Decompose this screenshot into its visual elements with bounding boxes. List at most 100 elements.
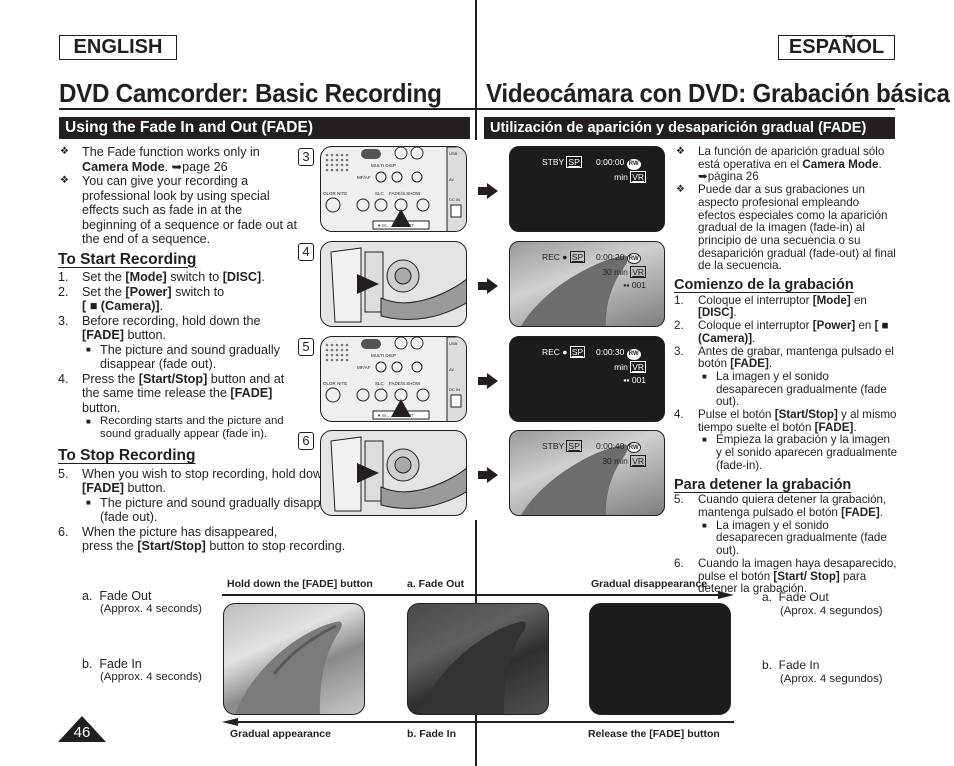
step-item: 5. Cuando quiera detener la grabación, ma… xyxy=(674,493,899,519)
osd-format: VR xyxy=(630,171,646,183)
camcorder-button-panel: MULTI DISP MF/AF OLOR NITE SLC FADE/S.SH… xyxy=(320,146,467,232)
intro-bullet: ❖ Puede dar a sus grabaciones un aspecto… xyxy=(676,183,896,273)
step-text: When you wish to stop recording, hold do… xyxy=(82,466,351,496)
fade-out-note-en: a. Fade Out (Approx. 4 seconds) xyxy=(82,589,202,615)
step-item: 3. Antes de grabar, mantenga pulsado el b… xyxy=(674,344,899,371)
step-item: 6. When the picture has disappeared, press… xyxy=(58,525,358,554)
step-number: 5. xyxy=(58,466,69,481)
fade-in-note-en: b. Fade In (Approx. 4 seconds) xyxy=(82,657,202,683)
step-number-box: 6 xyxy=(298,432,314,450)
title-rule-right xyxy=(476,108,895,110)
camera-icon: ▪▪ xyxy=(623,280,630,290)
step-number-box: 3 xyxy=(298,148,314,166)
osd-status: REC ● SP xyxy=(542,346,586,358)
step-number: 3. xyxy=(674,344,684,358)
square-bullet-icon: ■ xyxy=(86,497,91,507)
start-recording-heading-es: Comienzo de la grabación xyxy=(674,277,854,294)
step-item: 2. Set the [Power] switch to[ ■ (Camera)]… xyxy=(58,285,298,314)
arrow-right-icon xyxy=(478,467,498,483)
step-number: 1. xyxy=(58,270,69,284)
step-number: 4. xyxy=(58,371,69,386)
arrow-right-icon xyxy=(478,278,498,294)
page-title-spanish: Videocámara con DVD: Grabación básica xyxy=(486,78,950,108)
osd-remaining: 30 min VR xyxy=(602,455,646,467)
step-subnote: ■ Recording starts and the picture and so… xyxy=(58,415,298,441)
diamond-bullet-icon: ❖ xyxy=(676,184,685,196)
diamond-bullet-icon: ❖ xyxy=(60,175,69,186)
osd-quality: SP xyxy=(569,346,586,358)
lcd-screen: REC ● SP 0:00:20 RW 30 min VR ▪▪ 001 xyxy=(509,241,665,327)
step-number: 2. xyxy=(674,319,684,333)
step-text: Set the [Mode] switch to [DISC]. xyxy=(82,270,265,284)
step-item: 1. Coloque el interruptor [Mode] en [DISC… xyxy=(674,293,899,320)
svg-text:USB: USB xyxy=(449,341,458,346)
step-subnote: ■ Empieza la grabación y la imagen y el s… xyxy=(674,434,899,472)
flow-label-gradual-disappearance: Gradual disappearance xyxy=(591,578,708,590)
osd-format: VR xyxy=(630,266,646,278)
rw-disc-icon: RW xyxy=(626,253,641,264)
dolphin-image-full xyxy=(223,603,365,715)
dolphin-illustration-dark xyxy=(418,621,526,714)
camcorder-side-view xyxy=(320,241,467,327)
step-number-box: 5 xyxy=(298,338,314,356)
osd-quality: SP xyxy=(569,251,586,263)
step-item: 1. Set the [Mode] switch to [DISC]. xyxy=(58,270,298,285)
camcorder-side-drawing xyxy=(330,247,466,323)
step-text: Set the [Power] switch to[ ■ (Camera)]. xyxy=(82,284,225,314)
spanish-content: ❖ La función de aparición gradual sólo e… xyxy=(674,145,899,596)
step-item: 4. Press the [Start/Stop] button and at t… xyxy=(58,372,298,416)
step-item: 2. Coloque el interruptor [Power] en [ ■ … xyxy=(674,319,899,345)
counter-readout: ▪▪ 001 xyxy=(623,375,646,385)
flow-label-gradual-appearance: Gradual appearance xyxy=(230,728,331,740)
svg-text:OLOR NITE: OLOR NITE xyxy=(323,191,347,196)
rw-disc-icon: RW xyxy=(626,442,641,453)
step-text: Coloque el interruptor [Power] en [ ■ (C… xyxy=(698,319,889,345)
osd-quality: SP xyxy=(566,156,582,168)
language-label-english: ENGLISH xyxy=(59,35,177,60)
dolphin-illustration xyxy=(234,621,342,714)
square-bullet-icon: ■ xyxy=(86,417,91,426)
osd-quality: SP xyxy=(566,440,582,452)
osd-remaining: min VR xyxy=(614,171,646,183)
intro-bullet: ❖ La función de aparición gradual sólo e… xyxy=(676,145,885,184)
lcd-screen: REC ● SP 0:00:30 RW min VR ▪▪ 001 xyxy=(509,336,665,422)
diamond-bullet-icon: ❖ xyxy=(676,146,685,157)
step-number: 1. xyxy=(674,293,684,307)
svg-text:USB: USB xyxy=(449,151,458,156)
lcd-screen: STBY SP 0:00:00 RW min VR xyxy=(509,146,665,232)
flow-label-release-fade: Release the [FADE] button xyxy=(588,728,720,740)
svg-text:SLC: SLC xyxy=(375,381,385,386)
svg-text:SLC: SLC xyxy=(375,191,385,196)
dolphin-image-faded xyxy=(407,603,549,715)
stop-steps-list-es: 5. Cuando quiera detener la grabación, ma… xyxy=(674,493,899,596)
osd-status: STBY SP xyxy=(542,156,582,168)
step-text: Pulse el botón [Start/Stop] y al mismo t… xyxy=(698,408,897,434)
step-text: When the picture has disappeared, press t… xyxy=(82,524,346,554)
step-subnote: ■ La imagen y el sonido desaparecen gradu… xyxy=(674,370,899,409)
stop-recording-heading-es: Para detener la grabación xyxy=(674,476,852,493)
intro-bullet: ❖ The Fade function works only in Camera… xyxy=(60,145,260,174)
osd-status: REC ● SP xyxy=(542,251,586,263)
step-number: 4. xyxy=(674,408,684,422)
osd-time: 0:00:00 RW xyxy=(596,157,641,170)
camcorder-panel-drawing: MULTI DISP MF/AF OLOR NITE SLC FADE/S.SH… xyxy=(323,337,466,421)
osd-status: STBY SP xyxy=(542,440,582,452)
diamond-bullet-icon: ❖ xyxy=(60,146,69,157)
svg-text:OLOR NITE: OLOR NITE xyxy=(323,381,347,386)
step-text: Cuando quiera detener la grabación, mant… xyxy=(698,493,887,519)
camcorder-side-drawing xyxy=(330,436,466,512)
english-content: ❖ The Fade function works only in Camera… xyxy=(58,145,350,554)
osd-time: 0:00:40 RW xyxy=(596,441,641,453)
camcorder-button-panel: MULTI DISP MF/AF OLOR NITE SLC FADE/S.SH… xyxy=(320,336,467,422)
svg-text:FADE/S.SHOW: FADE/S.SHOW xyxy=(389,191,421,196)
svg-text:AV: AV xyxy=(449,367,454,372)
square-bullet-icon: ■ xyxy=(702,435,707,445)
svg-text:DC IN: DC IN xyxy=(449,387,460,392)
osd-remaining: 30 min VR xyxy=(602,266,646,278)
step-subnote: ■ The picture and sound gradually disappe… xyxy=(58,496,358,525)
counter-readout: ▪▪ 001 xyxy=(623,280,646,290)
black-screen-image xyxy=(589,603,731,715)
svg-text:FADE/S.SHOW: FADE/S.SHOW xyxy=(389,381,421,386)
title-rule-left xyxy=(59,108,479,110)
svg-text:AV: AV xyxy=(449,177,454,182)
